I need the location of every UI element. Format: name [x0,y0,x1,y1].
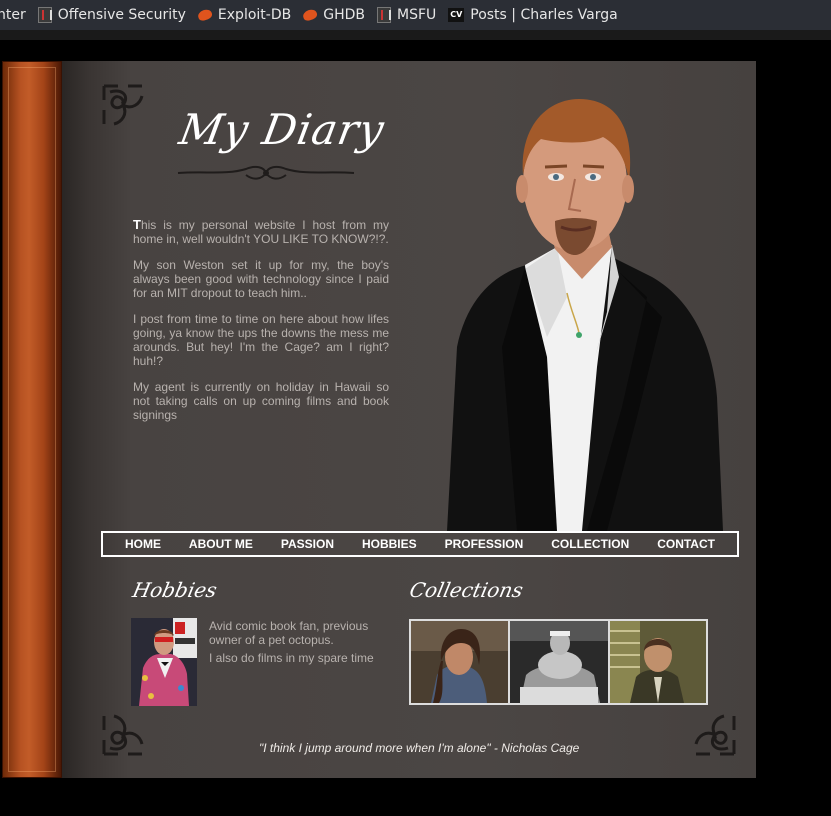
bookmark-label: nter [0,7,26,23]
portrait-image [447,99,723,531]
collection-gallery [409,619,708,705]
book-spine [2,61,62,778]
collection-photo-3[interactable] [610,621,706,703]
intro-paragraph: This is my personal website I host from … [133,217,389,247]
exploit-db-icon [196,7,214,23]
intro-paragraph-text: his is my personal website I host from m… [133,218,389,246]
hobbies-heading: Hobbies [130,578,220,602]
hobby-photo [131,618,197,706]
diary-page: My Diary This is my personal website I h… [62,61,756,778]
offensive-security-icon [37,7,52,23]
corner-ornament-icon [694,714,736,756]
browser-divider [0,30,831,40]
offensive-security-icon [376,7,391,23]
corner-ornament-icon [102,714,144,756]
bookmark-label: Offensive Security [57,7,186,23]
nav-home[interactable]: HOME [125,537,161,551]
quote-text: "I think I jump around more when I'm alo… [259,741,580,755]
flourish-icon [177,165,355,180]
hobbies-text: Avid comic book fan, previous owner of a… [209,619,379,669]
bookmark-label: GHDB [323,7,365,23]
bookmark-msfu[interactable]: MSFU [376,7,437,23]
site-title: My Diary [175,105,389,154]
bookmarks-bar: nter Offensive Security Exploit-DB GHDB … [0,0,831,30]
exploit-db-icon [301,7,319,23]
collection-photo-2[interactable] [508,621,610,703]
nav-passion[interactable]: PASSION [281,537,334,551]
bookmark-charles-varga[interactable]: CV Posts | Charles Varga [448,7,618,23]
bookmark-partial[interactable]: nter [0,7,26,23]
nav-about-me[interactable]: ABOUT ME [189,537,253,551]
bookmark-label: Posts | Charles Varga [470,7,618,23]
collection-photo-1[interactable] [411,621,508,703]
bookmark-ghdb[interactable]: GHDB [301,7,365,23]
nav-contact[interactable]: CONTACT [657,537,715,551]
bookmark-label: MSFU [396,7,437,23]
intro-paragraph: My son Weston set it up for my, the boy'… [133,258,389,300]
collections-heading: Collections [407,578,526,602]
intro-paragraph: My agent is currently on holiday in Hawa… [133,380,389,422]
bookmark-offensive-security[interactable]: Offensive Security [37,7,186,23]
nav-collection[interactable]: COLLECTION [551,537,629,551]
nav-hobbies[interactable]: HOBBIES [362,537,417,551]
hobby-line: Avid comic book fan, previous owner of a… [209,619,369,647]
cv-icon: CV [448,8,465,22]
intro-text: This is my personal website I host from … [133,218,389,434]
dropcap: T [133,217,141,232]
hobby-line: I also do films in my spare time [209,651,374,665]
bookmark-exploit-db[interactable]: Exploit-DB [196,7,292,23]
corner-ornament-icon [102,84,144,126]
nav-profession[interactable]: PROFESSION [445,537,524,551]
bookmark-label: Exploit-DB [217,7,292,23]
main-nav: HOME ABOUT ME PASSION HOBBIES PROFESSION… [101,531,739,557]
intro-paragraph: I post from time to time on here about h… [133,312,389,368]
